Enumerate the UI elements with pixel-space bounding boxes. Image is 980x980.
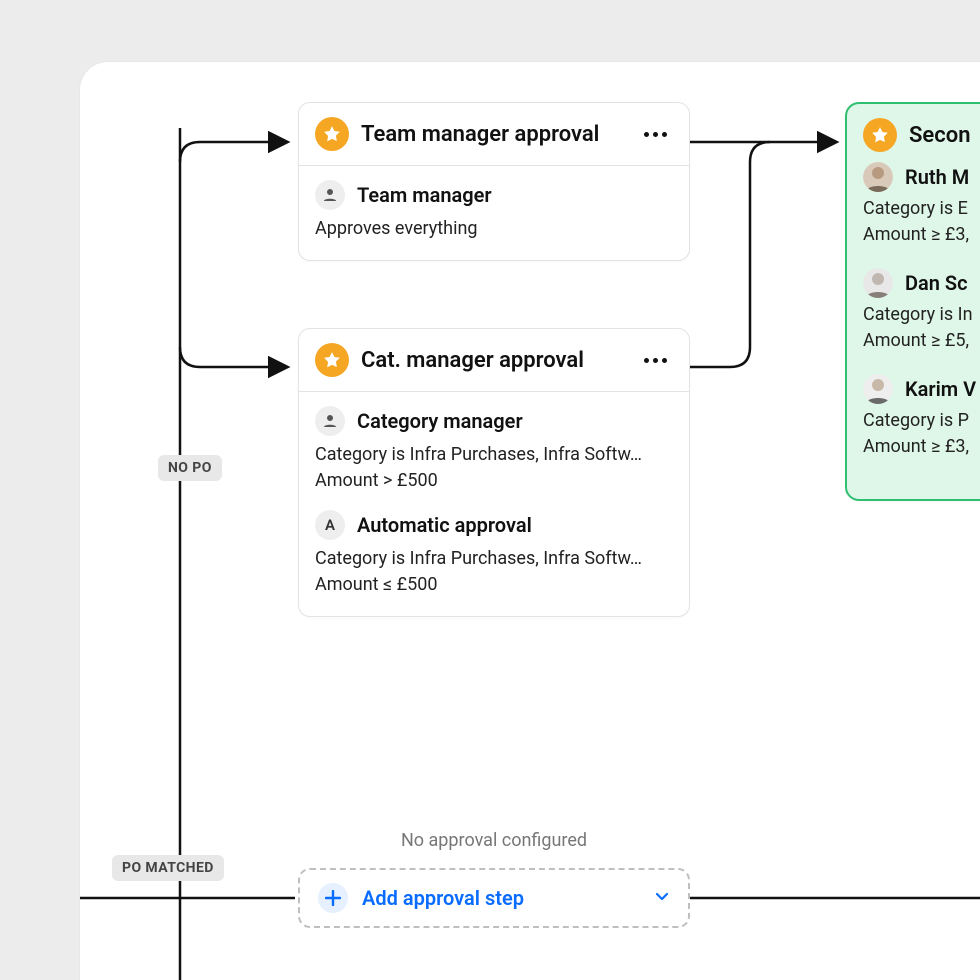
person-icon [315,406,345,436]
rule-description-line2: Amount > £500 [315,468,673,494]
card-body: Team manager Approves everything [299,166,689,260]
approver-item: Karim V Category is P Amount ≥ £3, [863,374,980,460]
card-header: Team manager approval [299,103,689,166]
approver-list: Ruth M Category is E Amount ≥ £3, Dan Sc… [847,158,980,499]
rule-description-line1: Category is Infra Purchases, Infra Softw… [315,546,673,572]
card-title: Team manager approval [361,122,626,147]
approver-desc-line1: Category is E [863,196,980,222]
rule-item: Team manager Approves everything [315,180,673,242]
rule-description-line1: Category is Infra Purchases, Infra Softw… [315,442,673,468]
star-icon [322,124,342,144]
rule-item: A Automatic approval Category is Infra P… [315,510,673,598]
approver-desc-line1: Category is In [863,302,980,328]
plus-icon [318,883,348,913]
chevron-down-icon [654,888,670,908]
add-approval-step-button[interactable]: Add approval step [298,868,690,928]
approver-item: Ruth M Category is E Amount ≥ £3, [863,162,980,248]
star-icon [870,125,890,145]
card-menu-button[interactable] [638,126,673,143]
approval-card-second-approvers[interactable]: Secon Ruth M Category is E Amount ≥ £3, [845,102,980,501]
avatar-photo [863,162,893,192]
avatar-photo [863,268,893,298]
approval-card-category-manager[interactable]: Cat. manager approval Category manager C… [298,328,690,617]
approver-item: Dan Sc Category is In Amount ≥ £5, [863,268,980,354]
avatar-letter: A [315,510,345,540]
card-header: Cat. manager approval [299,329,689,392]
branch-tag-po-matched-label: PO MATCHED [122,860,214,876]
card-body: Category manager Category is Infra Purch… [299,392,689,616]
rule-name: Automatic approval [357,513,532,537]
approver-desc-line2: Amount ≥ £5, [863,328,980,354]
star-badge-icon [315,117,349,151]
card-header: Secon [847,104,980,158]
star-badge-icon [315,343,349,377]
rule-description-line2: Amount ≤ £500 [315,572,673,598]
branch-tag-po-matched: PO MATCHED [112,855,224,881]
rule-item: Category manager Category is Infra Purch… [315,406,673,494]
rule-description: Approves everything [315,216,673,242]
star-icon [322,350,342,370]
approver-desc-line2: Amount ≥ £3, [863,434,980,460]
approver-name: Karim V [905,377,976,401]
card-title: Cat. manager approval [361,348,626,373]
avatar-photo [863,374,893,404]
approver-desc-line1: Category is P [863,408,980,434]
rule-name: Team manager [357,183,492,207]
branch-tag-no-po: NO PO [158,455,222,481]
card-title: Secon [909,123,980,148]
branch-tag-no-po-label: NO PO [168,460,212,476]
rule-name: Category manager [357,409,523,433]
approver-desc-line2: Amount ≥ £3, [863,222,980,248]
approver-name: Ruth M [905,165,969,189]
workflow-canvas: NO PO PO MATCHED Team manager approval T… [80,62,980,980]
empty-branch-label: No approval configured [298,830,690,851]
person-icon [315,180,345,210]
card-menu-button[interactable] [638,352,673,369]
star-badge-icon [863,118,897,152]
add-step-label: Add approval step [362,886,640,910]
approval-card-team-manager[interactable]: Team manager approval Team manager Appro… [298,102,690,261]
approver-name: Dan Sc [905,271,968,295]
